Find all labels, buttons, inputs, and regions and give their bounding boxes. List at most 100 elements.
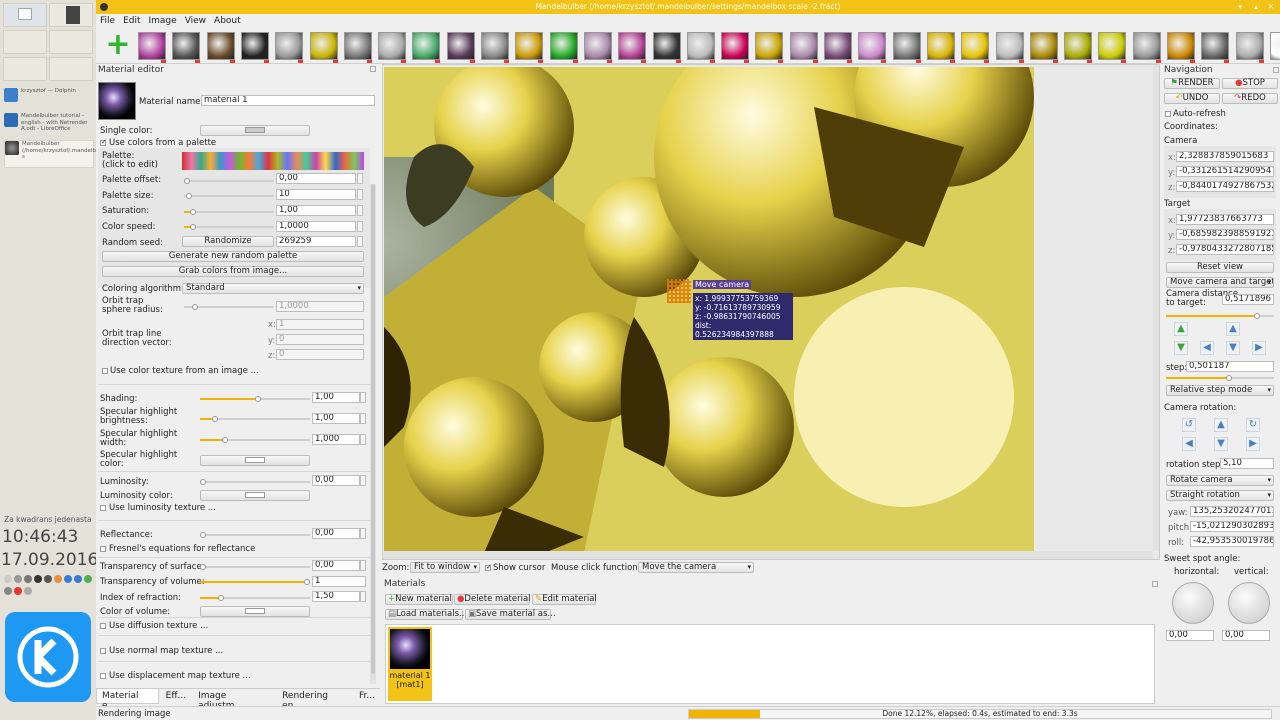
preset-thumbnail[interactable] bbox=[1201, 32, 1230, 63]
rotate-right-icon[interactable]: ▶ bbox=[1246, 437, 1260, 451]
desktop-pager-4[interactable] bbox=[49, 30, 93, 54]
render-button[interactable]: ⚑RENDER bbox=[1164, 78, 1220, 89]
shading-spin[interactable] bbox=[360, 392, 366, 403]
tray-icon[interactable] bbox=[24, 575, 32, 583]
new-material-button[interactable]: +New material bbox=[385, 594, 453, 605]
orbit-z-input[interactable]: 0 bbox=[276, 349, 364, 360]
tray-icon[interactable] bbox=[44, 575, 52, 583]
orbit-trap-radius-input[interactable]: 1,0000 bbox=[276, 301, 364, 312]
pitch-input[interactable]: -15,02129030289378 bbox=[1190, 521, 1274, 532]
delete-preset-icon[interactable] bbox=[984, 60, 990, 63]
window-titlebar[interactable]: Mandelbulber (/home/krzysztof/.mandelbul… bbox=[96, 0, 1280, 14]
roll-right-icon[interactable]: ↻ bbox=[1246, 418, 1260, 432]
menu-about[interactable]: About bbox=[214, 14, 241, 28]
preset-thumbnail[interactable] bbox=[721, 32, 750, 63]
delete-preset-icon[interactable] bbox=[366, 60, 372, 63]
coloring-algorithm-select[interactable]: Standard bbox=[182, 283, 364, 294]
mouse-click-select[interactable]: Move the camera bbox=[638, 562, 754, 573]
preset-thumbnail[interactable] bbox=[789, 32, 818, 63]
tab-fractal[interactable]: Fr... bbox=[354, 689, 380, 704]
transparency-surface-spin[interactable] bbox=[360, 560, 366, 571]
undo-button[interactable]: ↶UNDO bbox=[1164, 93, 1220, 104]
task-mandelbulber[interactable]: Mandelbulber (/home/krzysztof/.mandelbul… bbox=[4, 140, 166, 168]
delete-preset-icon[interactable] bbox=[709, 60, 715, 63]
menu-image[interactable]: Image bbox=[149, 14, 177, 28]
move-up-icon[interactable]: ▲ bbox=[1226, 322, 1240, 336]
preset-thumbnail[interactable] bbox=[275, 32, 304, 63]
preset-thumbnail[interactable] bbox=[995, 32, 1024, 63]
tray-icon[interactable] bbox=[14, 575, 22, 583]
delete-preset-icon[interactable] bbox=[469, 60, 475, 63]
shading-slider[interactable] bbox=[200, 396, 310, 402]
spec-width-slider[interactable] bbox=[200, 437, 310, 443]
transparency-surface-slider[interactable] bbox=[200, 564, 310, 570]
step-mode-select[interactable]: Relative step mode bbox=[1166, 385, 1274, 396]
tray-icon[interactable] bbox=[34, 575, 42, 583]
palette-offset-input[interactable]: 0,00 bbox=[276, 173, 356, 184]
rotation-step-input[interactable]: 5,10 bbox=[1220, 458, 1274, 469]
delete-preset-icon[interactable] bbox=[298, 60, 304, 63]
tray-icon[interactable] bbox=[14, 587, 22, 595]
color-speed-slider[interactable] bbox=[184, 224, 274, 230]
use-normal-map-checkbox[interactable] bbox=[100, 648, 106, 654]
color-speed-spin[interactable] bbox=[357, 221, 363, 232]
rotate-left-icon[interactable]: ◀ bbox=[1182, 437, 1196, 451]
preset-thumbnail[interactable] bbox=[1269, 32, 1280, 60]
straight-rotation-select[interactable]: Straight rotation bbox=[1166, 490, 1274, 501]
spec-width-spin[interactable] bbox=[360, 434, 366, 445]
preset-thumbnail[interactable] bbox=[343, 32, 372, 63]
palette-bar[interactable] bbox=[182, 152, 364, 170]
move-mode-select[interactable]: Move camera and target bbox=[1166, 277, 1274, 288]
preset-thumbnail[interactable] bbox=[378, 32, 407, 63]
tray-icon[interactable] bbox=[4, 587, 12, 595]
fresnel-checkbox[interactable] bbox=[100, 546, 106, 552]
orbit-trap-radius-slider[interactable] bbox=[184, 304, 274, 310]
menu-view[interactable]: View bbox=[185, 14, 206, 28]
menu-file[interactable]: File bbox=[100, 14, 115, 28]
transparency-surface-input[interactable]: 0,00 bbox=[312, 560, 360, 571]
maximize-icon[interactable]: ▴ bbox=[1254, 0, 1258, 14]
tab-rendering-engine[interactable]: Rendering en... bbox=[277, 689, 352, 711]
delete-preset-icon[interactable] bbox=[161, 60, 166, 63]
saturation-slider[interactable] bbox=[184, 209, 274, 215]
move-backward-icon[interactable]: ▼ bbox=[1174, 341, 1188, 355]
preset-thumbnail[interactable] bbox=[206, 32, 235, 63]
preset-thumbnail[interactable] bbox=[858, 32, 887, 63]
preset-thumbnail[interactable] bbox=[138, 32, 166, 63]
palette-size-input[interactable]: 10 bbox=[276, 189, 356, 200]
preset-thumbnail[interactable] bbox=[412, 32, 441, 63]
render-hscroll[interactable] bbox=[383, 551, 1153, 559]
delete-preset-icon[interactable] bbox=[675, 60, 681, 63]
delete-preset-icon[interactable] bbox=[915, 60, 921, 63]
delete-preset-icon[interactable] bbox=[606, 60, 612, 63]
target-y-input[interactable]: -0,6859823988591921 bbox=[1176, 229, 1274, 240]
use-palette-checkbox[interactable]: ✓ bbox=[100, 138, 107, 146]
undock-icon[interactable] bbox=[1273, 67, 1279, 73]
spec-brightness-slider[interactable] bbox=[200, 416, 310, 422]
luminosity-input[interactable]: 0,00 bbox=[312, 475, 360, 486]
tray-icon[interactable] bbox=[54, 575, 62, 583]
preset-thumbnail[interactable] bbox=[1235, 32, 1264, 63]
palette-size-slider[interactable] bbox=[184, 193, 274, 199]
menu-edit[interactable]: Edit bbox=[123, 14, 140, 28]
preset-thumbnail[interactable] bbox=[961, 32, 990, 63]
undock-icon[interactable] bbox=[370, 66, 376, 72]
target-z-input[interactable]: -0,9780433272807185 bbox=[1176, 244, 1274, 255]
camera-z-input[interactable]: -0,8440174927867532 bbox=[1176, 181, 1274, 192]
desktop-pager-3[interactable] bbox=[3, 30, 47, 54]
camera-y-input[interactable]: -0,3312615142909547 bbox=[1176, 166, 1274, 177]
spec-color-button[interactable] bbox=[200, 455, 310, 466]
palette-size-spin[interactable] bbox=[357, 189, 363, 200]
delete-preset-icon[interactable] bbox=[538, 60, 544, 63]
material-editor-scrollbar[interactable] bbox=[370, 184, 376, 684]
preset-thumbnail[interactable] bbox=[892, 32, 921, 63]
preset-thumbnail[interactable] bbox=[549, 32, 578, 63]
stop-button[interactable]: ●STOP bbox=[1222, 78, 1278, 89]
use-luminosity-texture-checkbox[interactable] bbox=[100, 505, 106, 511]
reflectance-input[interactable]: 0,00 bbox=[312, 528, 360, 539]
preset-thumbnail[interactable] bbox=[446, 32, 475, 63]
roll-left-icon[interactable]: ↺ bbox=[1182, 418, 1196, 432]
horizontal-input[interactable]: 0,00 bbox=[1166, 630, 1214, 641]
tray-icon[interactable] bbox=[4, 575, 12, 583]
preset-thumbnail[interactable] bbox=[755, 32, 784, 63]
